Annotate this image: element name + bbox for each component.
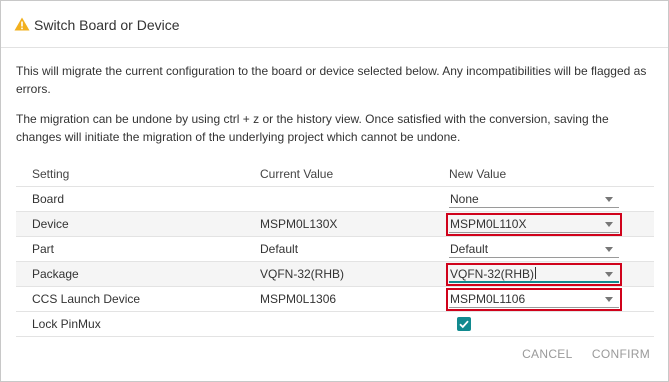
board-select[interactable]: None xyxy=(449,191,619,208)
switch-board-dialog: Switch Board or Device This will migrate… xyxy=(0,0,669,382)
setting-label: CCS Launch Device xyxy=(16,286,244,312)
current-value: VQFN-32(RHB) xyxy=(244,261,433,287)
settings-table: Setting Current Value New Value Board No… xyxy=(16,162,654,337)
table-row: Lock PinMux xyxy=(16,311,654,337)
part-select-value: Default xyxy=(450,241,489,256)
current-value: MSPM0L130X xyxy=(244,211,433,237)
cancel-button[interactable]: CANCEL xyxy=(522,347,572,361)
current-value xyxy=(244,311,433,337)
chevron-down-icon xyxy=(605,196,613,202)
dialog-actions: CANCEL CONFIRM xyxy=(506,347,650,361)
table-row: Device MSPM0L130X MSPM0L110X xyxy=(16,211,654,237)
table-header-row: Setting Current Value New Value xyxy=(16,162,654,187)
setting-label: Package xyxy=(16,261,244,287)
device-select-value: MSPM0L110X xyxy=(450,216,527,231)
table-row: Part Default Default xyxy=(16,236,654,262)
description-paragraph-1: This will migrate the current configurat… xyxy=(16,64,647,96)
column-header-new-value: New Value xyxy=(433,162,654,187)
text-cursor xyxy=(535,266,537,279)
setting-label: Lock PinMux xyxy=(16,311,244,337)
part-select[interactable]: Default xyxy=(449,241,619,258)
chevron-down-icon xyxy=(605,296,613,302)
board-select-value: None xyxy=(450,191,479,206)
dialog-title: Switch Board or Device xyxy=(34,17,180,33)
checkmark-icon xyxy=(459,321,469,329)
package-select[interactable]: VQFN-32(RHB) xyxy=(446,262,622,286)
current-value: Default xyxy=(244,236,433,262)
confirm-button[interactable]: CONFIRM xyxy=(592,347,650,361)
table-row: CCS Launch Device MSPM0L1306 MSPM0L1106 xyxy=(16,286,654,312)
setting-label: Board xyxy=(16,186,244,212)
table-row: Package VQFN-32(RHB) VQFN-32(RHB) xyxy=(16,261,654,287)
device-select[interactable]: MSPM0L110X xyxy=(446,212,622,236)
table-row: Board None xyxy=(16,186,654,212)
ccs-launch-device-select-value: MSPM0L1106 xyxy=(450,291,526,306)
chevron-down-icon xyxy=(605,221,613,227)
column-header-setting: Setting xyxy=(16,162,244,187)
current-value: MSPM0L1306 xyxy=(244,286,433,312)
current-value xyxy=(244,186,433,212)
setting-label: Device xyxy=(16,211,244,237)
chevron-down-icon xyxy=(605,271,613,277)
dialog-titlebar: Switch Board or Device xyxy=(1,1,668,48)
ccs-launch-device-select[interactable]: MSPM0L1106 xyxy=(446,287,622,311)
warning-icon xyxy=(14,17,30,31)
chevron-down-icon xyxy=(605,246,613,252)
setting-label: Part xyxy=(16,236,244,262)
package-select-value: VQFN-32(RHB) xyxy=(450,266,535,281)
lock-pinmux-checkbox[interactable] xyxy=(457,317,471,332)
column-header-current-value: Current Value xyxy=(244,162,433,187)
description-paragraph-2: The migration can be undone by using ctr… xyxy=(16,112,609,144)
